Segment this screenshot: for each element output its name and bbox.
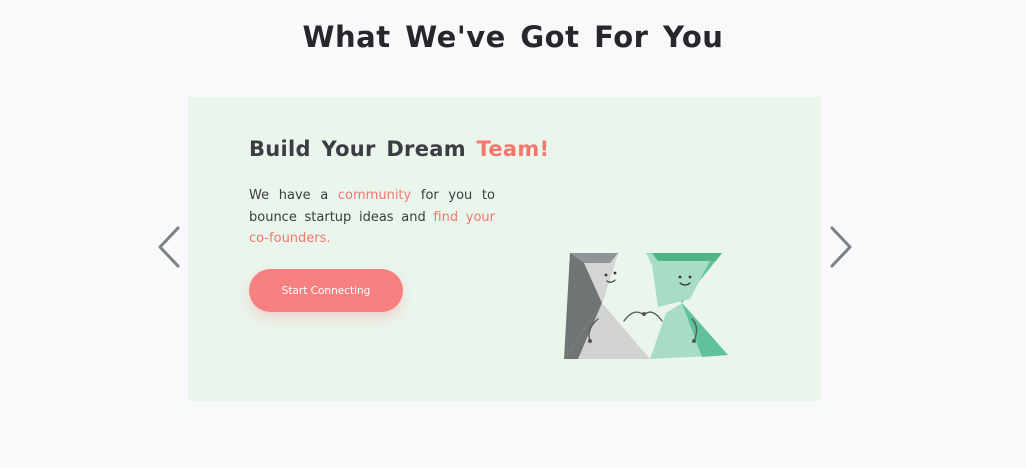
slide-description: We have a community for you to bounce st…: [249, 185, 495, 250]
slide-title-main: Build Your Dream: [249, 137, 477, 161]
chevron-left-icon: [154, 224, 184, 270]
description-text-1: We have a: [249, 188, 338, 203]
chevron-right-icon: [826, 224, 856, 270]
carousel-prev-button[interactable]: [154, 224, 184, 270]
start-connecting-button[interactable]: Start Connecting: [249, 269, 403, 312]
slide-title-accent: Team!: [476, 137, 550, 161]
slide-title: Build Your Dream Team!: [249, 137, 549, 161]
carousel-slide: Build Your Dream Team! We have a communi…: [188, 97, 821, 401]
team-hourglass-characters-illustration: [562, 251, 734, 365]
community-link[interactable]: community: [338, 188, 411, 203]
section-title: What We've Got For You: [302, 20, 724, 54]
carousel-next-button[interactable]: [826, 224, 856, 270]
